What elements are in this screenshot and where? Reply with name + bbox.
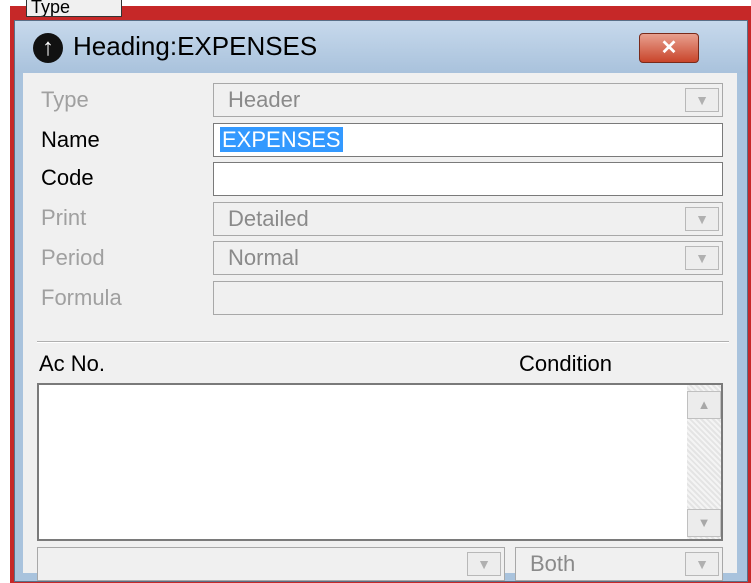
heading-dialog: ↑ Heading:EXPENSES ✕ Type Header ▼ Name …	[14, 20, 748, 582]
print-dropdown: Detailed ▼	[213, 202, 723, 236]
print-value: Detailed	[228, 206, 309, 231]
column-header-ac-no: Ac No.	[39, 351, 106, 376]
scroll-up-button[interactable]: ▲	[687, 391, 721, 419]
period-label: Period	[41, 245, 105, 270]
formula-field	[213, 281, 723, 315]
formula-label: Formula	[41, 285, 122, 310]
scroll-down-button[interactable]: ▼	[687, 509, 721, 537]
name-field[interactable]: EXPENSES	[213, 123, 723, 157]
column-header-condition: Condition	[519, 351, 612, 376]
period-value: Normal	[228, 245, 299, 270]
name-label: Name	[41, 127, 100, 152]
chevron-down-icon: ▼	[685, 246, 719, 270]
type-value: Header	[228, 87, 301, 112]
info-icon: ↑	[33, 33, 63, 63]
accounts-listbox[interactable]: ▲ ▼	[37, 383, 723, 541]
title-bar[interactable]: ↑ Heading:EXPENSES ✕	[15, 21, 747, 73]
chevron-down-icon: ▼	[685, 552, 719, 576]
period-dropdown: Normal ▼	[213, 241, 723, 275]
chevron-down-icon: ▼	[685, 207, 719, 231]
dialog-body: Type Header ▼ Name EXPENSES Code Print D…	[23, 73, 737, 581]
condition-dropdown: Both ▼	[515, 547, 723, 581]
condition-dropdown-value: Both	[530, 551, 576, 576]
dialog-title: Heading:EXPENSES	[73, 31, 318, 61]
code-label: Code	[41, 165, 94, 190]
chevron-down-icon: ▼	[685, 88, 719, 112]
code-field[interactable]	[213, 162, 723, 196]
background-type-label: Type	[26, 0, 122, 17]
section-divider	[37, 341, 729, 343]
chevron-down-icon: ▼	[467, 552, 501, 576]
vertical-scrollbar[interactable]: ▲ ▼	[687, 385, 721, 539]
print-label: Print	[41, 205, 87, 230]
account-dropdown: ▼	[37, 547, 505, 581]
type-label: Type	[41, 87, 89, 112]
type-dropdown: Header ▼	[213, 83, 723, 117]
close-button[interactable]: ✕	[639, 33, 699, 63]
name-value: EXPENSES	[220, 127, 343, 152]
